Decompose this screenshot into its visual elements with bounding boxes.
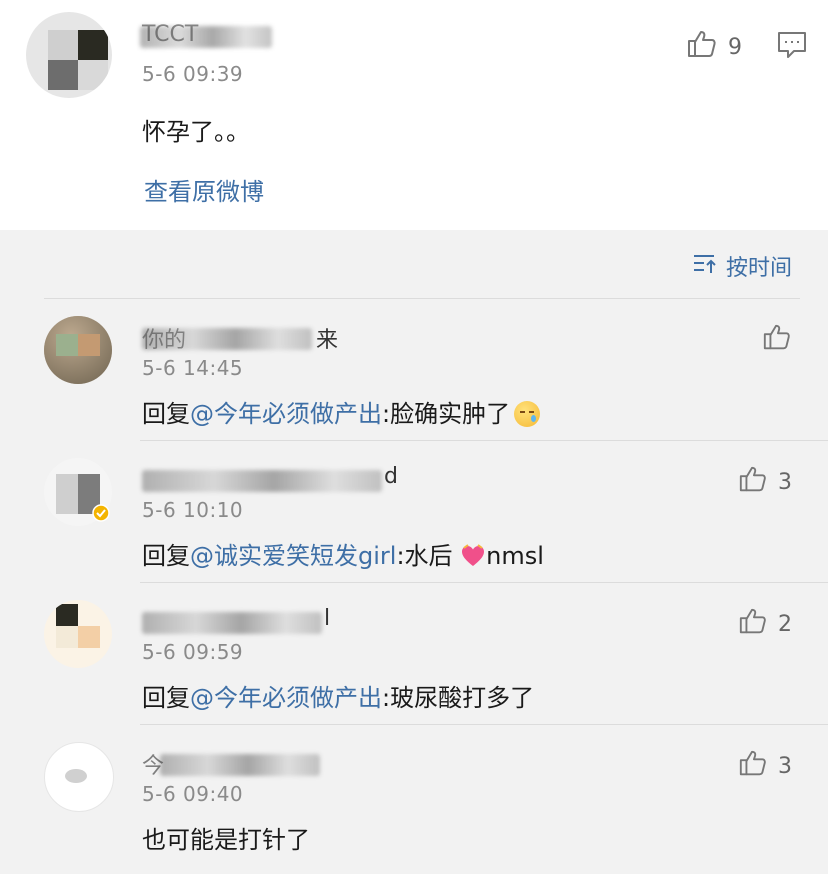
comment-body: 也可能是打针了 bbox=[142, 826, 310, 854]
comment-avatar[interactable] bbox=[44, 742, 114, 812]
thumbs-up-icon bbox=[762, 322, 792, 358]
comment-text: 回复@今年必须做产出:脸确实肿了 bbox=[142, 394, 541, 429]
comment-username-blurred[interactable] bbox=[142, 612, 322, 634]
comment-body: :水后 bbox=[396, 542, 453, 570]
comment-avatar[interactable] bbox=[44, 600, 112, 668]
post-text: 怀孕了。。 bbox=[142, 118, 250, 146]
comment-divider bbox=[140, 724, 828, 725]
thumbs-up-icon bbox=[686, 28, 718, 66]
reply-prefix: 回复 bbox=[142, 684, 190, 712]
mention-link[interactable]: @今年必须做产出 bbox=[190, 684, 382, 712]
sort-divider bbox=[44, 298, 800, 299]
reply-prefix: 回复 bbox=[142, 400, 190, 428]
comment-like-button[interactable]: 2 bbox=[738, 606, 792, 642]
comment-text: 回复@今年必须做产出:玻尿酸打多了 bbox=[142, 678, 534, 713]
post-timestamp: 5-6 09:39 bbox=[142, 62, 244, 86]
sort-by-time-button[interactable]: 按时间 bbox=[692, 250, 792, 282]
comment-body: :脸确实肿了 bbox=[382, 400, 511, 428]
comment-text: 也可能是打针了 bbox=[142, 820, 310, 855]
comment-username[interactable]: l bbox=[324, 606, 330, 631]
comment-like-button[interactable]: 3 bbox=[738, 464, 792, 500]
comment-like-count: 3 bbox=[778, 753, 792, 779]
sort-icon bbox=[692, 251, 718, 281]
comment-username[interactable]: 你的来 bbox=[142, 322, 338, 354]
post-username[interactable]: TCCT bbox=[142, 22, 198, 47]
sort-label: 按时间 bbox=[726, 256, 793, 281]
comment-divider bbox=[140, 440, 828, 441]
mention-link[interactable]: @诚实爱笑短发girl bbox=[190, 542, 396, 570]
comment-text: 回复@诚实爱笑短发girl:水后 nmsl bbox=[142, 536, 544, 574]
comment-username-blurred[interactable] bbox=[160, 754, 320, 776]
verified-badge-icon bbox=[92, 504, 110, 526]
post-like-count: 9 bbox=[728, 34, 742, 60]
heart-emoji-icon bbox=[460, 544, 486, 574]
comment-timestamp: 5-6 09:59 bbox=[142, 640, 244, 664]
comment-body-tail: nmsl bbox=[486, 542, 544, 570]
post-like-button[interactable]: 9 bbox=[686, 28, 742, 66]
comment-like-count: 2 bbox=[778, 611, 792, 637]
mention-link[interactable]: @今年必须做产出 bbox=[190, 400, 382, 428]
post-avatar[interactable] bbox=[26, 12, 112, 98]
comment-like-button[interactable] bbox=[762, 322, 802, 358]
sleepy-emoji-icon bbox=[514, 401, 541, 427]
comment-like-button[interactable]: 3 bbox=[738, 748, 792, 784]
comment-avatar[interactable] bbox=[44, 316, 112, 384]
view-original-link[interactable]: 查看原微博 bbox=[144, 172, 264, 207]
comment-username-blurred[interactable] bbox=[142, 470, 382, 492]
comment-like-count: 3 bbox=[778, 469, 792, 495]
comment-username[interactable]: 今 bbox=[142, 748, 164, 780]
original-post-card: TCCT 5-6 09:39 怀孕了。。 查看原微博 9 bbox=[0, 0, 828, 230]
comment-timestamp: 5-6 10:10 bbox=[142, 498, 244, 522]
thumbs-up-icon bbox=[738, 748, 768, 784]
thumbs-up-icon bbox=[738, 464, 768, 500]
reply-prefix: 回复 bbox=[142, 542, 190, 570]
comment-username[interactable]: d bbox=[384, 464, 398, 489]
comment-body: :玻尿酸打多了 bbox=[382, 684, 535, 712]
comment-timestamp: 5-6 09:40 bbox=[142, 782, 244, 806]
comment-timestamp: 5-6 14:45 bbox=[142, 356, 244, 380]
thumbs-up-icon bbox=[738, 606, 768, 642]
comment-icon[interactable] bbox=[776, 30, 808, 64]
comment-divider bbox=[140, 582, 828, 583]
